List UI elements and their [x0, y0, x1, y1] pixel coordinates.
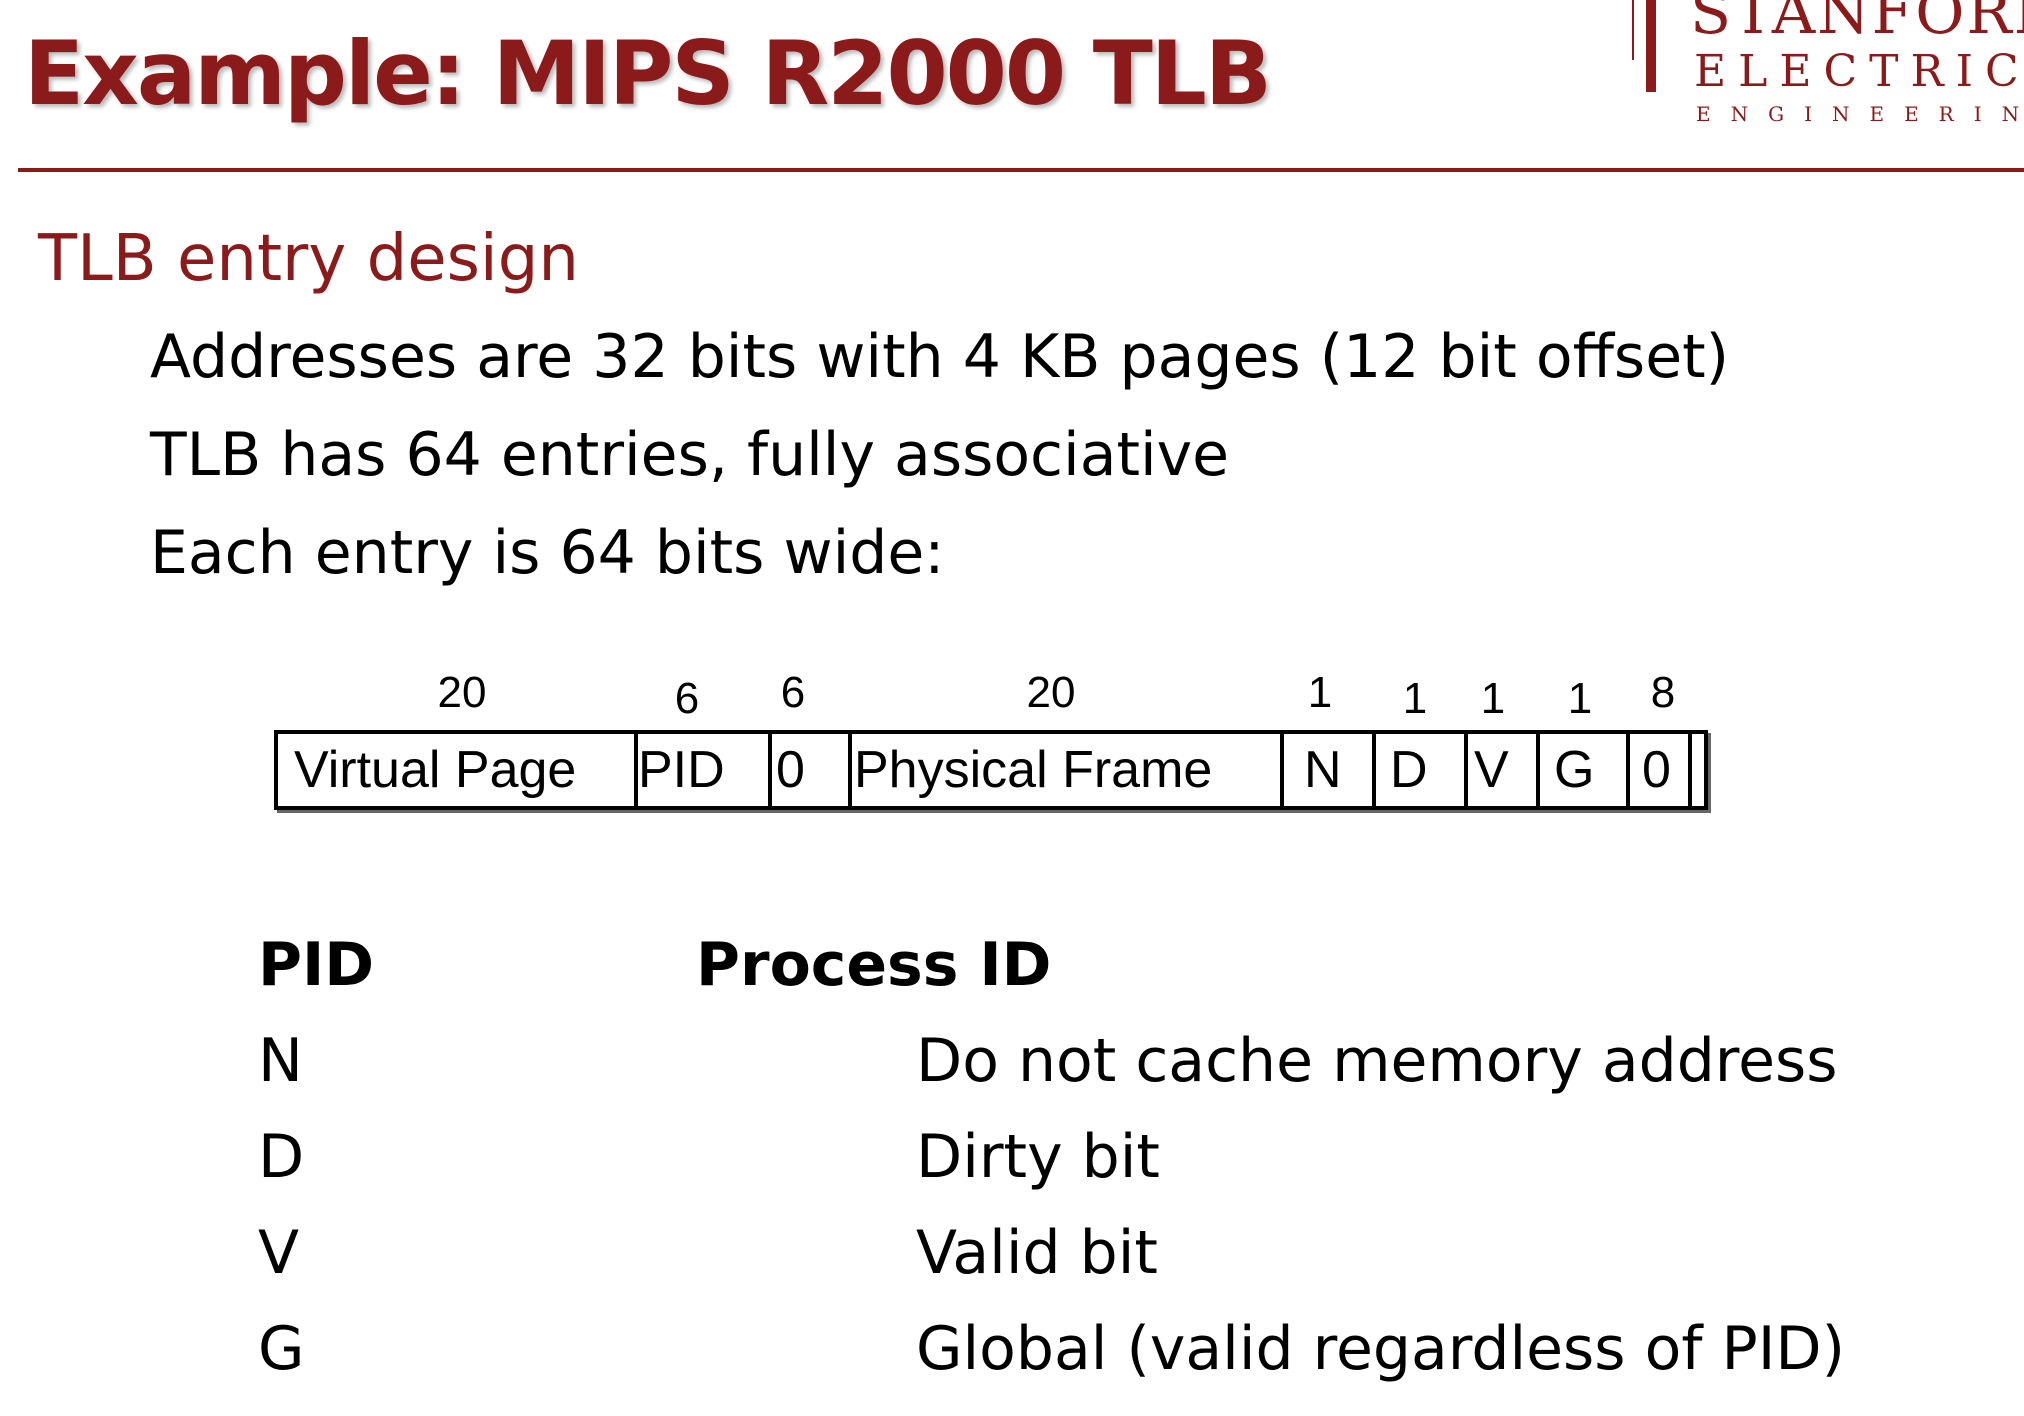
bit-width-n: 1: [1307, 668, 1333, 717]
bit-width-virtual-page: 20: [437, 668, 487, 717]
definition-key-g: G: [258, 1314, 305, 1384]
field-separator: [768, 734, 772, 806]
field-v: V: [1474, 741, 1509, 799]
field-separator: [1372, 734, 1376, 806]
definition-key-d: D: [258, 1122, 305, 1192]
tlb-entry-diagram: Virtual Page PID 0 Physical Frame N D V …: [274, 730, 1708, 810]
definition-key-pid: PID: [258, 930, 375, 1000]
bullet-tlb-entries: TLB has 64 entries, fully associative: [150, 420, 1230, 490]
field-zero-a: 0: [776, 741, 805, 799]
bit-width-pid: 6: [674, 674, 700, 723]
field-separator: [1626, 734, 1630, 806]
field-n: N: [1304, 741, 1342, 799]
field-separator: [1280, 734, 1284, 806]
field-separator: [848, 734, 852, 806]
logo-electrical-text: ELECTRICAL: [1694, 46, 2024, 97]
bullet-entry-width: Each entry is 64 bits wide:: [150, 518, 945, 588]
field-separator: [1688, 734, 1692, 806]
field-d: D: [1390, 741, 1428, 799]
bit-width-physical-frame: 20: [1026, 668, 1076, 717]
bit-width-zero-a: 6: [780, 668, 806, 717]
bit-width-d: 1: [1402, 674, 1428, 723]
field-zero-b: 0: [1642, 741, 1671, 799]
field-separator: [1536, 734, 1540, 806]
definition-value-v: Valid bit: [916, 1218, 1158, 1288]
field-physical-frame: Physical Frame: [854, 741, 1213, 799]
field-g: G: [1554, 741, 1595, 799]
logo-engineering-text: ENGINEERING: [1696, 102, 2024, 126]
field-pid: PID: [638, 741, 725, 799]
logo-bar-thin: [1632, 0, 1634, 60]
definition-key-n: N: [258, 1026, 303, 1096]
definition-value-n: Do not cache memory address: [916, 1026, 1838, 1096]
stanford-ee-logo: STANFORD ELECTRICAL ENGINEERING: [1630, 0, 2024, 130]
field-separator: [1464, 734, 1468, 806]
logo-stanford-text: STANFORD: [1690, 0, 2024, 48]
logo-bar: [1646, 0, 1656, 92]
title-divider: [18, 168, 2024, 172]
bullet-address-size: Addresses are 32 bits with 4 KB pages (1…: [150, 322, 1730, 392]
bit-width-g: 1: [1567, 674, 1593, 723]
bit-width-zero-b: 8: [1650, 668, 1676, 717]
field-virtual-page: Virtual Page: [294, 741, 577, 799]
definition-value-pid: Process ID: [696, 930, 1052, 1000]
definition-value-g: Global (valid regardless of PID): [916, 1314, 1846, 1384]
definition-value-d: Dirty bit: [916, 1122, 1160, 1192]
definition-key-v: V: [258, 1218, 300, 1288]
section-heading: TLB entry design: [38, 222, 579, 296]
slide-title: Example: MIPS R2000 TLB: [24, 22, 1272, 125]
bit-width-v: 1: [1480, 674, 1506, 723]
